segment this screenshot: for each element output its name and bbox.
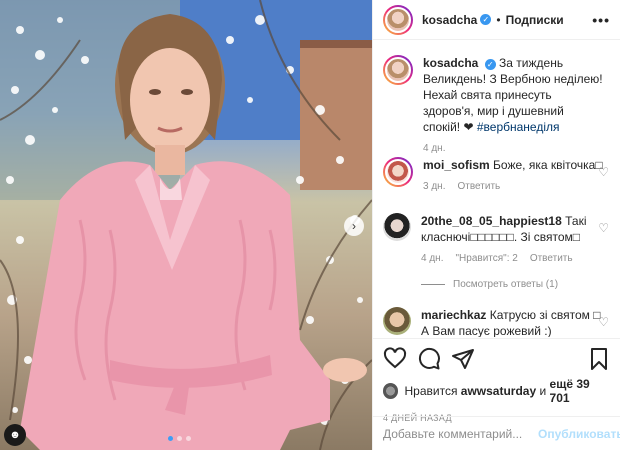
header-separator: • — [496, 12, 501, 27]
caption-username[interactable]: kosadcha — [423, 56, 478, 70]
likes-and: и — [539, 384, 547, 398]
comment-item: mariechkaz Катрусю зі святом □ А Вам пас… — [383, 307, 613, 337]
reply-button[interactable]: Ответить — [530, 251, 573, 267]
carousel-dot — [177, 436, 182, 441]
caption-hashtag[interactable]: #вербнанеділя — [477, 120, 560, 134]
post-photo[interactable]: › ☻ — [0, 0, 372, 450]
replies-line — [421, 284, 445, 285]
carousel-dot — [186, 436, 191, 441]
commenter-avatar[interactable] — [383, 213, 411, 241]
photo-illustration — [0, 0, 372, 450]
next-photo-button[interactable]: › — [344, 216, 364, 236]
carousel-indicator — [168, 436, 191, 441]
like-heart-icon[interactable] — [383, 347, 407, 371]
publish-button[interactable]: Опубликовать — [538, 427, 620, 441]
comment-item: 20the_08_05_happiest18 Такі класнючі□□□□… — [383, 213, 613, 267]
add-comment-bar: Опубликовать — [373, 416, 620, 450]
comment-time[interactable]: 3 дн. — [423, 179, 445, 195]
more-options-icon[interactable]: ••• — [592, 12, 610, 28]
author-avatar[interactable] — [383, 4, 413, 35]
comments-list[interactable]: kosadcha ✓ За тиждень Великдень! З Вербн… — [373, 41, 620, 337]
chevron-right-icon: › — [352, 219, 356, 233]
likes-count[interactable]: ещё 39 701 — [550, 377, 611, 405]
verified-badge-icon: ✓ — [484, 59, 496, 70]
post-sidebar: kosadcha ✓ • Подписки ••• kosadcha ✓ За … — [372, 0, 620, 450]
likes-summary[interactable]: Нравится awwsaturday и ещё 39 701 — [383, 377, 611, 405]
comment-username[interactable]: 20the_08_05_happiest18 — [421, 214, 562, 228]
caption-time[interactable]: 4 дн. — [423, 141, 445, 157]
reply-button[interactable]: Ответить — [457, 179, 500, 195]
likes-prefix: Нравится — [404, 384, 458, 398]
like-comment-heart-icon[interactable]: ♡ — [598, 221, 609, 235]
share-send-icon[interactable] — [451, 347, 475, 371]
view-replies-label: Посмотреть ответы (1) — [453, 279, 559, 290]
like-comment-heart-icon[interactable]: ♡ — [598, 165, 609, 179]
commenter-avatar[interactable] — [383, 307, 411, 335]
liker-avatar — [383, 383, 399, 399]
comment-bubble-icon[interactable] — [417, 347, 441, 371]
verified-badge-icon: ✓ — [480, 14, 492, 25]
comment-username[interactable]: mariechkaz — [421, 308, 486, 322]
comment-time[interactable]: 4 дн. — [421, 251, 443, 267]
post-caption: kosadcha ✓ За тиждень Великдень! З Вербн… — [383, 55, 613, 157]
user-tag-glyph: ☻ — [9, 429, 21, 441]
post-actions: Нравится awwsaturday и ещё 39 701 4 ДНЕЙ… — [373, 338, 620, 423]
carousel-dot — [168, 436, 173, 441]
comment-likes[interactable]: "Нравится": 2 — [455, 251, 517, 267]
author-username[interactable]: kosadcha — [422, 13, 477, 27]
add-comment-input[interactable] — [383, 426, 538, 441]
comment-username[interactable]: moi_sofism — [423, 158, 490, 172]
comment-item: moi_sofism Боже, яка квіточка□ 3 дн. Отв… — [383, 157, 613, 195]
post-header: kosadcha ✓ • Подписки ••• — [373, 0, 620, 40]
view-replies-button[interactable]: Посмотреть ответы (1) — [421, 279, 558, 290]
tagged-user-icon[interactable]: ☻ — [4, 424, 26, 446]
author-avatar[interactable] — [383, 55, 413, 85]
liker-username[interactable]: awwsaturday — [461, 384, 536, 398]
like-comment-heart-icon[interactable]: ♡ — [598, 315, 609, 329]
following-button[interactable]: Подписки — [506, 13, 564, 27]
bookmark-icon[interactable] — [587, 347, 611, 371]
commenter-avatar[interactable] — [383, 157, 413, 187]
comment-text: Боже, яка квіточка□ — [493, 158, 603, 172]
